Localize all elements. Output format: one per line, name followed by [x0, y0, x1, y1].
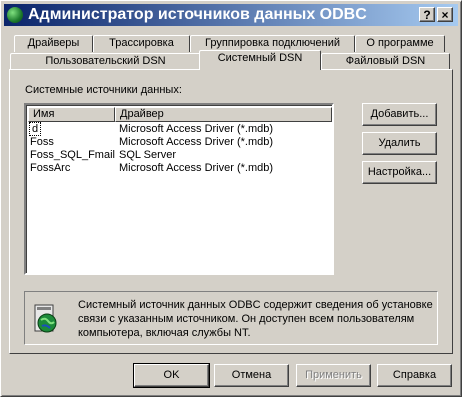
add-button[interactable]: Добавить... [362, 103, 437, 126]
help-button[interactable]: Справка [377, 364, 452, 387]
tab-drivers[interactable]: Драйверы [14, 35, 93, 52]
dsn-name: FossArc [30, 162, 71, 174]
system-dsn-list-label: Системные источники данных: [25, 84, 182, 96]
info-box: Системный источник данных ODBC содержит … [24, 291, 438, 345]
cancel-button[interactable]: Отмена [214, 364, 289, 387]
close-button[interactable]: × [437, 7, 453, 22]
tab-user-dsn[interactable]: Пользовательский DSN [10, 53, 201, 70]
configure-button[interactable]: Настройка... [362, 161, 437, 184]
window-title: Администратор источников данных ODBC [28, 6, 367, 23]
column-header-name[interactable]: Имя [28, 107, 115, 122]
title-bar[interactable]: Администратор источников данных ODBC ? × [4, 4, 458, 26]
tab-system-dsn[interactable]: Системный DSN [199, 50, 321, 70]
dsn-name: d [28, 122, 42, 136]
info-description: Системный источник данных ODBC содержит … [78, 299, 433, 339]
odbc-app-icon [7, 7, 23, 23]
ok-button[interactable]: OK [133, 363, 210, 388]
dsn-name: Foss [30, 136, 54, 148]
help-title-button[interactable]: ? [419, 7, 435, 22]
dsn-name: Foss_SQL_Fmail [30, 149, 115, 161]
tab-file-dsn[interactable]: Файловый DSN [321, 53, 450, 70]
column-header-driver[interactable]: Драйвер [115, 107, 332, 122]
database-globe-icon [34, 304, 57, 333]
apply-button[interactable]: Применить [296, 364, 371, 387]
tab-about[interactable]: О программе [355, 35, 445, 52]
dsn-list[interactable]: Имя Драйвер d Microsoft Access Driver (*… [24, 103, 334, 275]
dsn-driver: Microsoft Access Driver (*.mdb) [119, 162, 274, 174]
tab-tracing[interactable]: Трассировка [93, 35, 190, 52]
dsn-driver: Microsoft Access Driver (*.mdb) [119, 136, 274, 148]
remove-button[interactable]: Удалить [362, 132, 437, 155]
dsn-driver: Microsoft Access Driver (*.mdb) [119, 123, 274, 135]
dsn-driver: SQL Server [119, 149, 177, 161]
